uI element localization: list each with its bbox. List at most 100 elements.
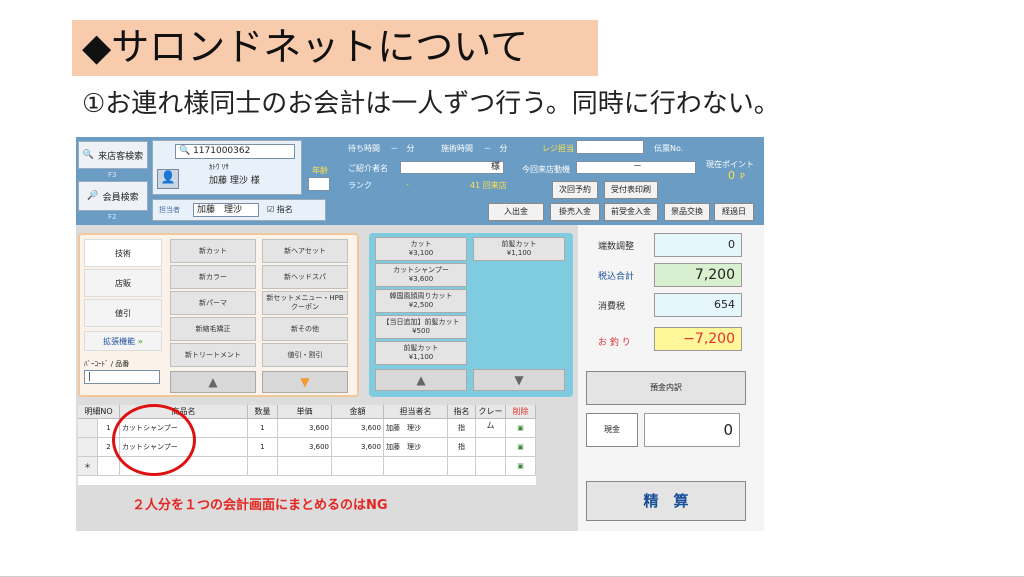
- col-header: 削除: [506, 405, 536, 419]
- member-search-label: 会員検索: [102, 192, 139, 203]
- menu-new-perm[interactable]: 新パーマ: [170, 291, 256, 315]
- member-search-button[interactable]: 🔎 会員検索: [78, 181, 148, 211]
- total-field: 7,200: [654, 263, 742, 287]
- user-search-icon: 🔍: [82, 150, 95, 160]
- item-bangs-cut-2[interactable]: 前髪カット ¥1,100: [375, 341, 467, 365]
- menu-new-cut[interactable]: 新カット: [170, 239, 256, 263]
- next-booking-button[interactable]: 次回予約: [552, 181, 598, 199]
- menu-new-treatment[interactable]: 新トリートメント: [170, 343, 256, 367]
- register-staff-field[interactable]: [576, 140, 644, 154]
- row-staff: [384, 457, 448, 476]
- cash-input[interactable]: 0: [644, 413, 740, 447]
- elapsed-days-button[interactable]: 経過日: [714, 203, 754, 221]
- row-unit: [278, 457, 332, 476]
- tab-extended[interactable]: 拡張機能 »: [84, 331, 162, 351]
- item-panel: カット ¥3,100 前髪カット ¥1,100 カットシャンプー ¥3,600 韓国風…: [369, 233, 573, 397]
- item-cut[interactable]: カット ¥3,100: [375, 237, 467, 261]
- item-name: カット: [410, 240, 432, 248]
- staff-field[interactable]: 加藤 理沙: [193, 203, 259, 217]
- menu-panel: 技術 店販 値引 拡張機能 » ﾊﾞｰｺｰﾄﾞ / 品番 | 新カット 新ヘアセ…: [78, 233, 359, 397]
- age-label: 年齢: [312, 166, 328, 175]
- visit-count: 41 回来店: [470, 181, 507, 190]
- menu-new-other[interactable]: 新その他: [262, 317, 348, 341]
- menu-new-headspa[interactable]: 新ヘッドスパ: [262, 265, 348, 289]
- scroll-down-button[interactable]: ▼: [262, 371, 348, 393]
- row-claim[interactable]: [476, 419, 506, 438]
- cash-in-out-button[interactable]: 入出金: [488, 203, 544, 221]
- row-staff: 加藤 理沙: [384, 419, 448, 438]
- last-visit-field[interactable]: －: [576, 161, 696, 174]
- customer-id-value: 1171000362: [193, 146, 251, 156]
- row-selector: [78, 438, 98, 457]
- item-name: 【当日追加】前髪カット: [382, 318, 460, 326]
- item-price: ¥1,100: [408, 353, 434, 361]
- col-header: 明細NO: [78, 405, 120, 419]
- tax-field: 654: [654, 293, 742, 317]
- visit-search-key: F3: [108, 171, 117, 179]
- tab-discount[interactable]: 値引: [84, 299, 162, 327]
- row-amount: 3,600: [332, 419, 384, 438]
- designate-checkbox[interactable]: ☑ 指名: [267, 204, 293, 215]
- visit-search-button[interactable]: 🔍 来店客検索: [78, 141, 148, 169]
- customer-id-field[interactable]: 🔍 1171000362: [175, 144, 295, 159]
- menu-new-set-coupon[interactable]: 新セットメニュー・HPBクーポン: [262, 291, 348, 315]
- barcode-input[interactable]: |: [84, 370, 160, 384]
- row-designate: 指: [448, 419, 476, 438]
- item-cut-shampoo[interactable]: カットシャンプー ¥3,600: [375, 263, 467, 287]
- item-korean-cut[interactable]: 韓国風顔周りカット ¥2,500: [375, 289, 467, 313]
- search-icon: 🔎: [87, 191, 99, 201]
- item-price: ¥3,600: [408, 275, 434, 283]
- slide-subtitle: ①お連れ様同士のお会計は一人ずつ行う。同時に行わない。: [82, 89, 780, 119]
- wait-time: 待ち時間 － 分: [348, 144, 415, 153]
- slip-no-label: 伝票No.: [654, 144, 684, 153]
- referrer-field[interactable]: 様: [400, 161, 504, 174]
- menu-discount[interactable]: 値引・割引: [262, 343, 348, 367]
- item-name: 前髪カット: [403, 344, 439, 352]
- checkout-button[interactable]: 精 算: [586, 481, 746, 521]
- item-scroll-up[interactable]: ▲: [375, 369, 467, 391]
- row-claim[interactable]: [476, 457, 506, 476]
- staff-label: 担当者: [159, 206, 180, 214]
- row-designate: [448, 457, 476, 476]
- row-claim[interactable]: [476, 438, 506, 457]
- double-chevron-icon: »: [137, 337, 143, 346]
- deposit-breakdown-button[interactable]: 預金内訳: [586, 371, 746, 405]
- print-receipt-button[interactable]: 受付表印刷: [604, 181, 658, 199]
- tab-technique[interactable]: 技術: [84, 239, 162, 267]
- triangle-down-icon: ▼: [300, 375, 310, 389]
- change-label: お 釣 り: [598, 338, 631, 348]
- item-sameday-bangs[interactable]: 【当日追加】前髪カット ¥500: [375, 315, 467, 339]
- item-scroll-down[interactable]: ▼: [473, 369, 565, 391]
- menu-new-hairset[interactable]: 新ヘアセット: [262, 239, 348, 263]
- customer-name: 加藤 理沙 様: [209, 176, 260, 186]
- delete-row-icon[interactable]: ▣: [506, 457, 536, 476]
- delete-row-icon[interactable]: ▣: [506, 438, 536, 457]
- designate-label: 指名: [276, 205, 293, 214]
- col-header: 単価: [278, 405, 332, 419]
- col-header: 指名: [448, 405, 476, 419]
- menu-new-straightening[interactable]: 新縮毛矯正: [170, 317, 256, 341]
- delete-row-icon[interactable]: ▣: [506, 419, 536, 438]
- item-name: カットシャンプー: [393, 266, 449, 274]
- cash-button[interactable]: 現金: [586, 413, 638, 447]
- points-unit: P: [740, 172, 745, 181]
- item-bangs-cut[interactable]: 前髪カット ¥1,100: [473, 237, 565, 261]
- row-selector: [78, 419, 98, 438]
- last-visit-label: 今回来店動機: [522, 165, 570, 174]
- slide-title: ◆サロンドネットについて: [82, 25, 529, 69]
- scroll-up-button[interactable]: ▲: [170, 371, 256, 393]
- row-amount: 3,600: [332, 438, 384, 457]
- row-designate: 指: [448, 438, 476, 457]
- age-field[interactable]: [308, 177, 330, 191]
- top-bar: 🔍 来店客検索 F3 🔎 会員検索 F2 🔍 1171000362 👤 ｶﾄｳ …: [76, 137, 764, 225]
- row-qty: [248, 457, 278, 476]
- menu-new-color[interactable]: 新カラー: [170, 265, 256, 289]
- gift-exchange-button[interactable]: 景品交換: [664, 203, 710, 221]
- credit-payment-button[interactable]: 掛売入金: [550, 203, 600, 221]
- tab-retail[interactable]: 店販: [84, 269, 162, 297]
- row-qty: 1: [248, 419, 278, 438]
- referrer-label: ご紹介者名: [348, 164, 388, 173]
- customer-box: 🔍 1171000362 👤 ｶﾄｳ ﾘｻ 加藤 理沙 様: [152, 140, 302, 195]
- advance-payment-button[interactable]: 前受金入金: [604, 203, 658, 221]
- rounding-field[interactable]: 0: [654, 233, 742, 257]
